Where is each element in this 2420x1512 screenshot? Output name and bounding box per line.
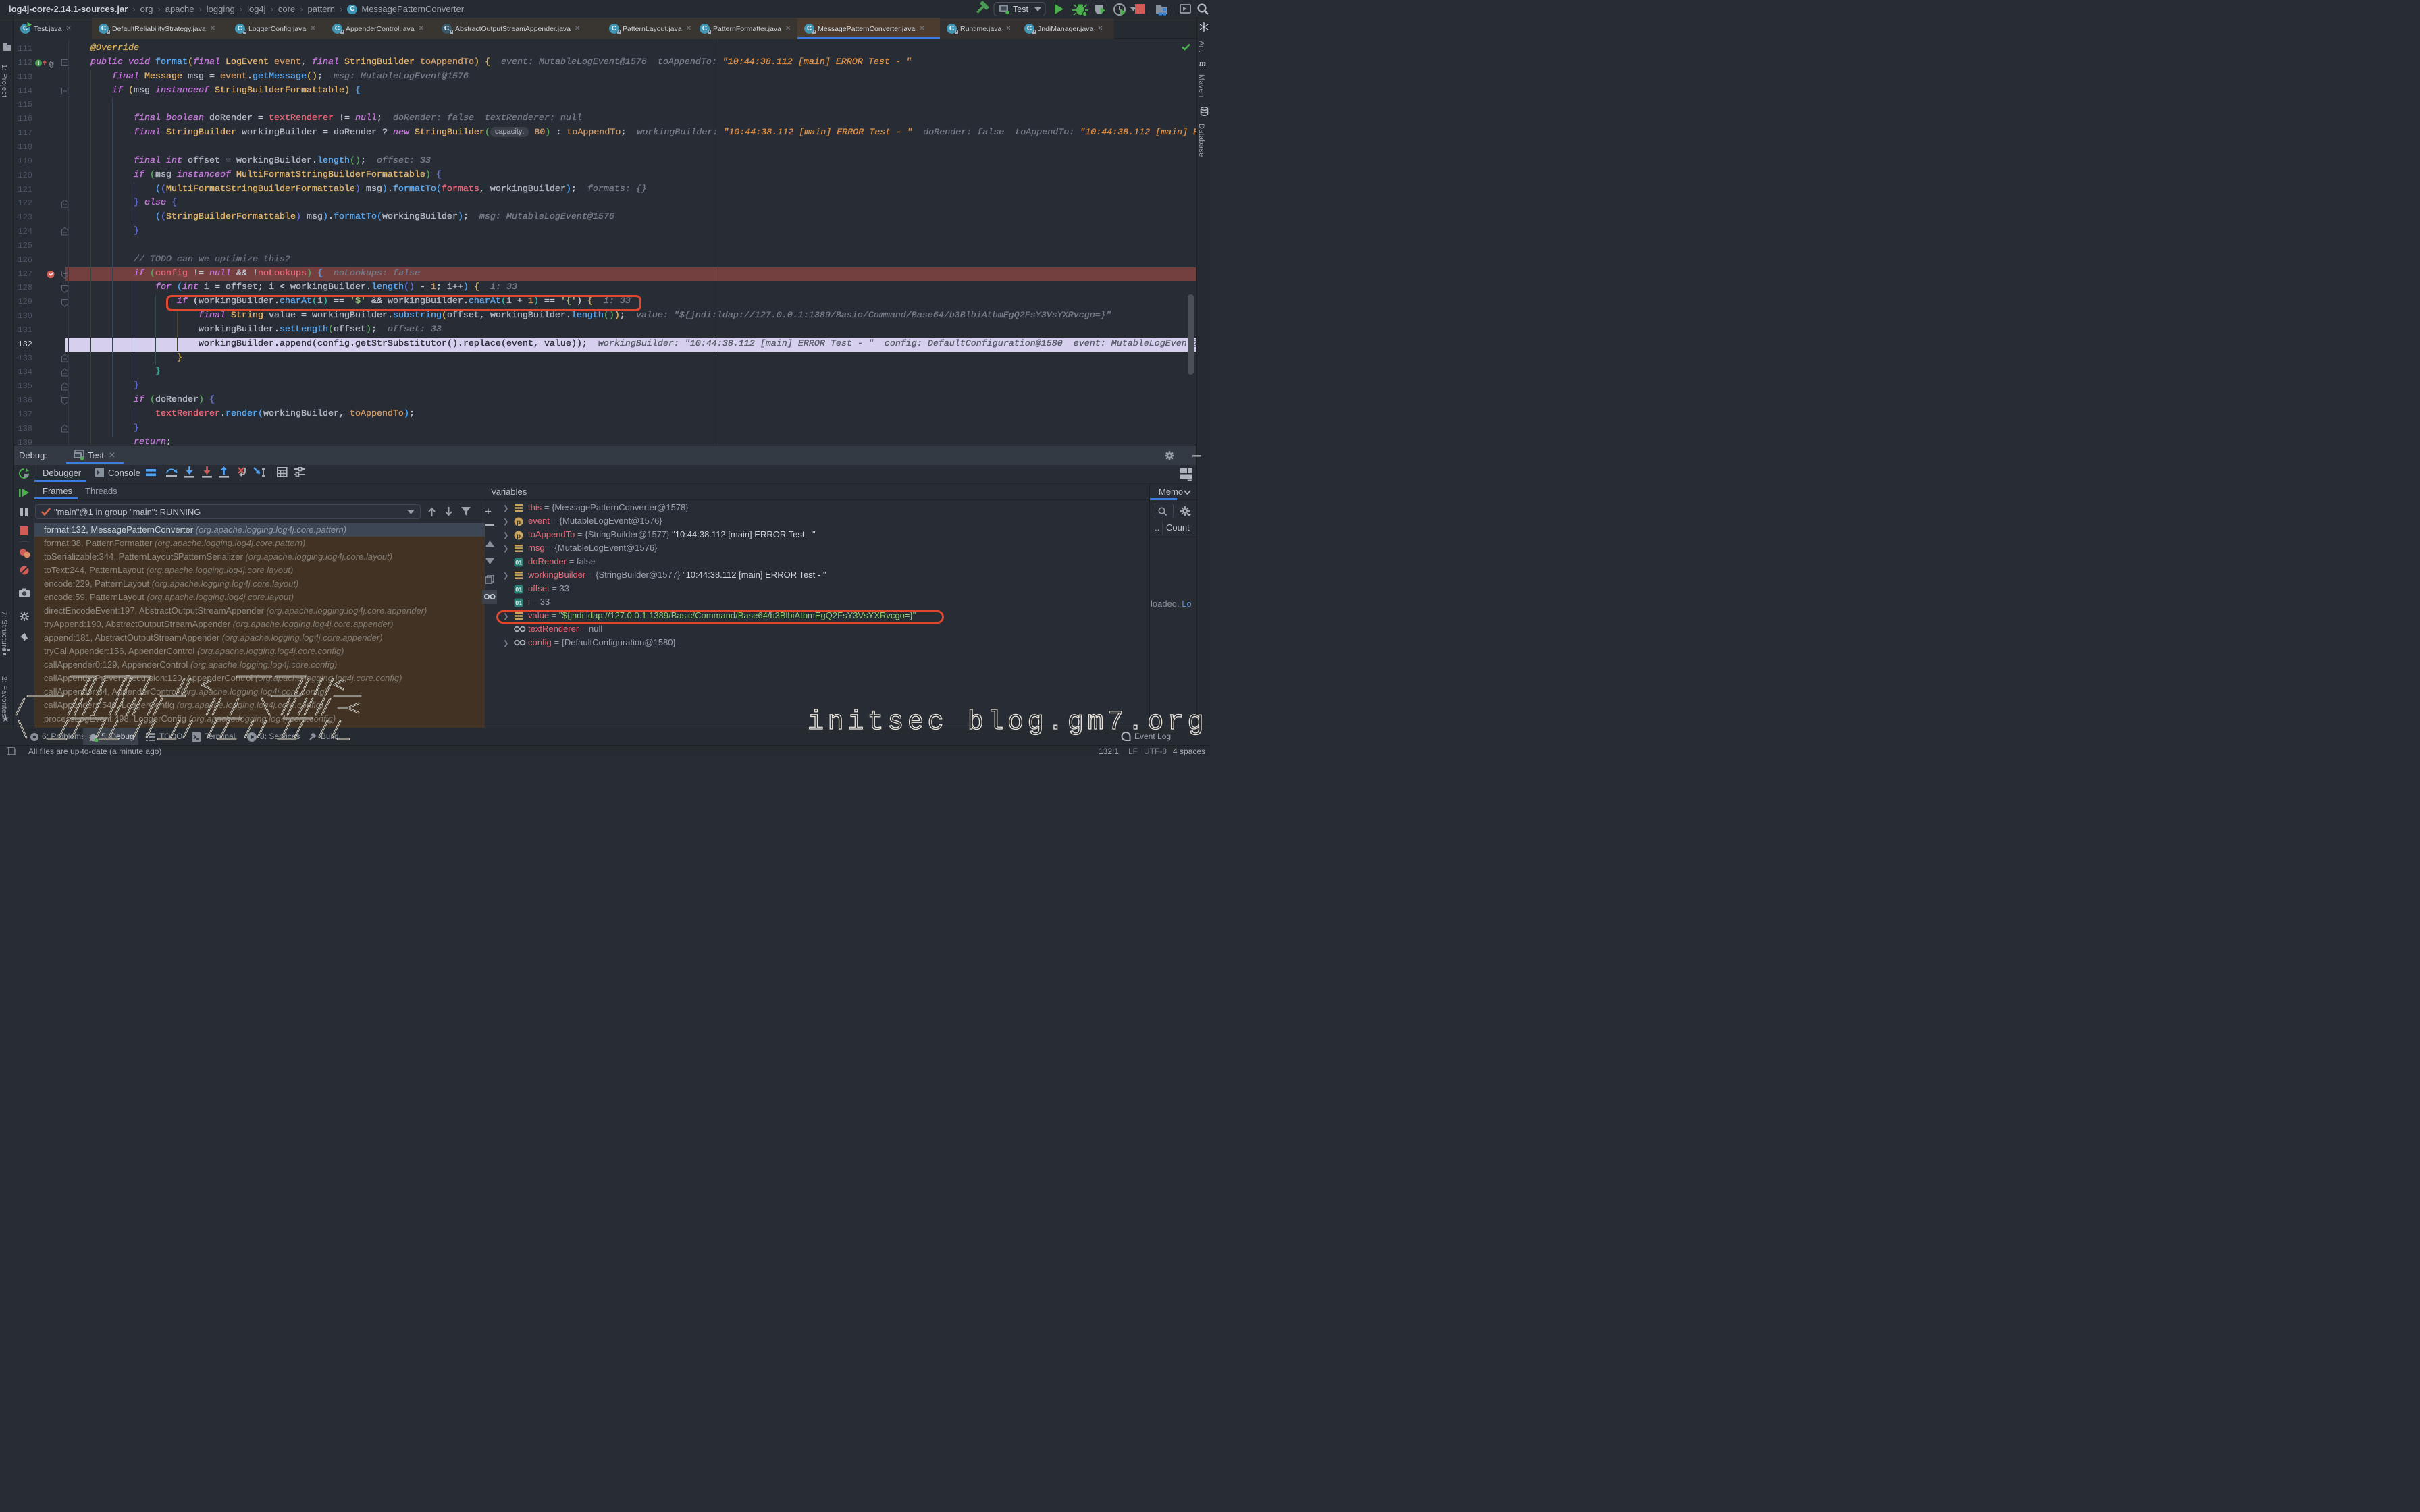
svg-text:Test: Test [1013, 5, 1028, 14]
svg-text:p: p [517, 533, 521, 540]
svg-text:01: 01 [515, 560, 522, 566]
svg-text:01: 01 [515, 600, 522, 607]
svg-text:01: 01 [515, 587, 522, 593]
svg-text:@: @ [49, 61, 54, 68]
svg-text:p: p [517, 519, 521, 526]
